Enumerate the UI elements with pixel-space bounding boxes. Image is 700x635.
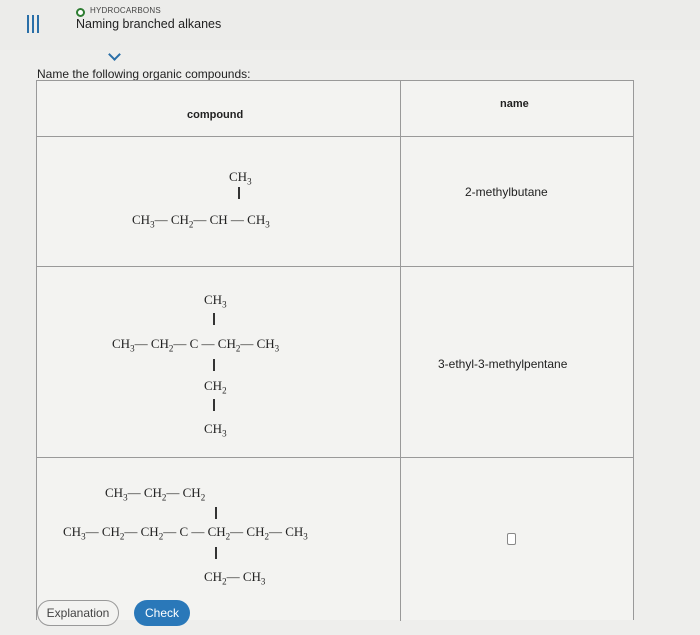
answer-row-2: 3-ethyl-3-methylpentane: [438, 357, 568, 371]
compound-table: compound name CH3 CH3— CH2— CH — CH3 2-m…: [36, 80, 634, 621]
top-bar: HYDROCARBONS Naming branched alkanes: [0, 0, 700, 50]
page-title: Naming branched alkanes: [76, 17, 222, 31]
question-prompt: Name the following organic compounds:: [37, 67, 251, 81]
check-button[interactable]: Check: [134, 600, 190, 626]
topic-category: HYDROCARBONS: [90, 6, 161, 15]
row-divider: [37, 457, 633, 458]
column-divider: [400, 81, 401, 621]
menu-icon[interactable]: [24, 15, 42, 35]
status-circle-icon: [76, 8, 85, 17]
answer-row-1: 2-methylbutane: [465, 185, 548, 199]
explanation-button[interactable]: Explanation: [37, 600, 119, 626]
row-divider: [37, 136, 633, 137]
header-name: name: [500, 98, 529, 110]
answer-input-row-3[interactable]: [507, 533, 516, 545]
header-compound: compound: [187, 109, 244, 121]
chevron-down-icon[interactable]: [108, 48, 121, 61]
row-divider: [37, 266, 633, 267]
